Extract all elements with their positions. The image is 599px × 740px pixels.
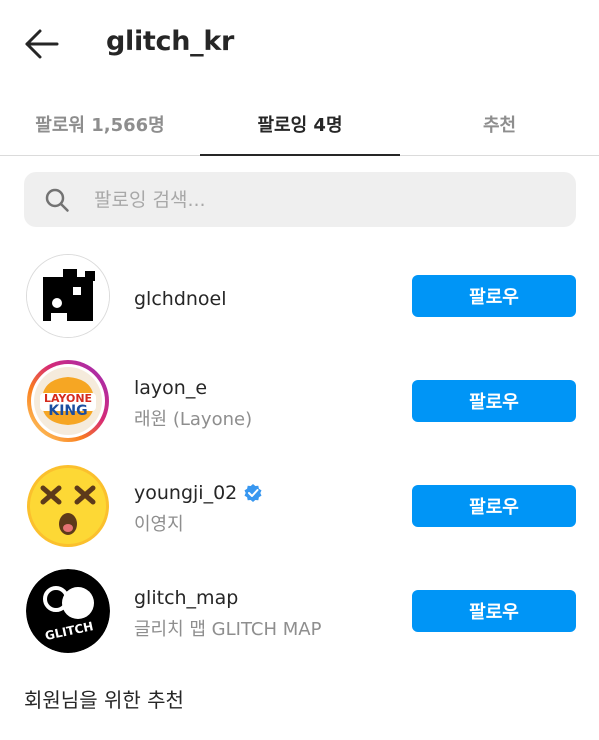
follow-button[interactable]: 팔로우	[412, 485, 576, 527]
full-name: 이영지	[134, 514, 184, 535]
full-name: 글리치 맵 GLITCH MAP	[134, 619, 322, 640]
username-label: youngji_02	[134, 482, 238, 504]
username[interactable]: layon_e	[134, 377, 252, 399]
avatar-image: GLITCH	[26, 569, 110, 653]
username-label: glitch_map	[134, 587, 239, 609]
list-item[interactable]: LAYONE KING layon_e 래원 (Layone) 팔로우	[0, 349, 599, 453]
username[interactable]: glchdnoel	[134, 288, 227, 310]
top-bar: glitch_kr	[0, 0, 599, 90]
follow-button[interactable]: 팔로우	[412, 590, 576, 632]
avatar[interactable]	[26, 464, 110, 548]
username-label: glchdnoel	[134, 288, 227, 310]
tab-followers[interactable]: 팔로워 1,566명	[0, 92, 200, 156]
follow-button[interactable]: 팔로우	[412, 275, 576, 317]
full-name: 래원 (Layone)	[134, 409, 253, 430]
username[interactable]: youngji_02	[134, 482, 263, 504]
search-bar[interactable]	[24, 172, 576, 227]
tab-suggestions[interactable]: 추천	[400, 92, 599, 156]
user-info: glchdnoel	[134, 288, 227, 310]
verified-badge-icon	[244, 484, 262, 502]
follow-button[interactable]: 팔로우	[412, 380, 576, 422]
page-title: glitch_kr	[106, 26, 235, 57]
list-item[interactable]: GLITCH glitch_map 글리치 맵 GLITCH MAP 팔로우	[0, 559, 599, 663]
avatar[interactable]: GLITCH	[26, 569, 110, 653]
avatar-image: LAYONE KING	[27, 360, 109, 442]
user-info: youngji_02 이영지	[134, 482, 263, 536]
avatar[interactable]: LAYONE KING	[26, 359, 110, 443]
arrow-left-icon	[25, 29, 59, 59]
active-tab-indicator	[200, 154, 400, 156]
search-input[interactable]	[94, 172, 564, 227]
tab-following[interactable]: 팔로잉 4명	[200, 92, 400, 156]
avatar-logo-line2: KING	[48, 403, 87, 419]
username[interactable]: glitch_map	[134, 587, 321, 609]
avatar[interactable]	[26, 254, 110, 338]
avatar-image	[27, 255, 109, 337]
dizzy-face-emoji-icon	[27, 465, 109, 547]
list-item[interactable]: youngji_02 이영지 팔로우	[0, 454, 599, 558]
search-icon	[45, 188, 69, 212]
list-item[interactable]: glchdnoel 팔로우	[0, 244, 599, 348]
tab-bar: 팔로워 1,566명 팔로잉 4명 추천	[0, 92, 599, 156]
username-label: layon_e	[134, 377, 208, 399]
user-info: glitch_map 글리치 맵 GLITCH MAP	[134, 587, 321, 641]
back-button[interactable]	[22, 26, 62, 62]
suggestions-heading: 회원님을 위한 추천	[24, 688, 184, 712]
user-info: layon_e 래원 (Layone)	[134, 377, 252, 431]
